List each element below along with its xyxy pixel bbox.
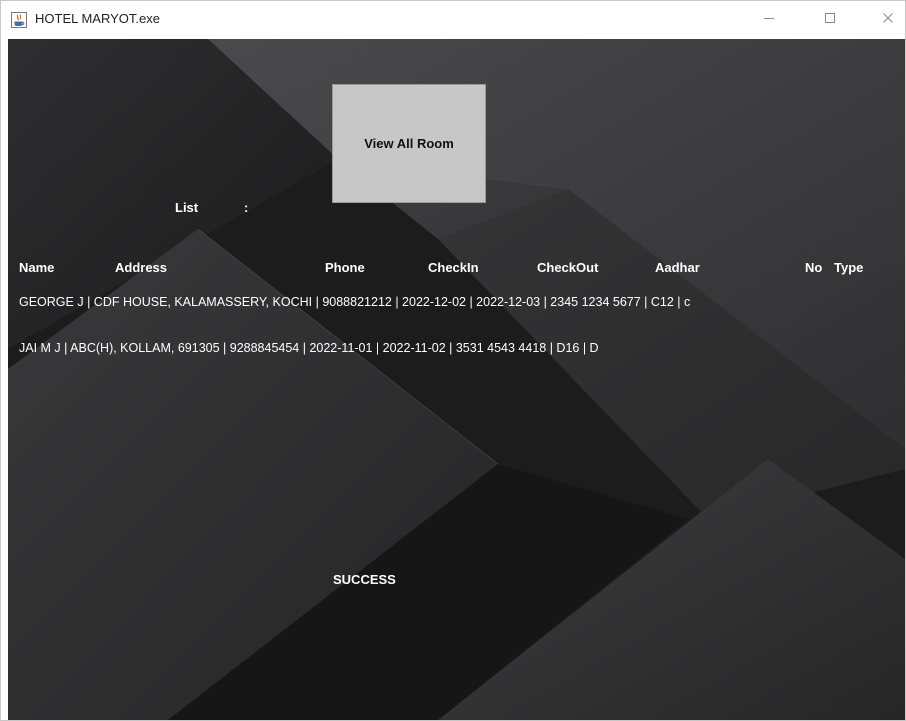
column-type: Type (834, 260, 864, 275)
column-phone: Phone (325, 260, 365, 275)
list-label: List (175, 200, 199, 215)
close-button[interactable] (865, 1, 905, 38)
column-aadhar: Aadhar (655, 260, 700, 275)
title-bar[interactable]: HOTEL MARYOT.exe (1, 1, 905, 38)
table-row: JAI M J | ABC(H), KOLLAM, 691305 | 92888… (19, 341, 599, 355)
minimize-button[interactable] (746, 1, 792, 38)
maximize-icon (824, 11, 836, 29)
close-icon (882, 11, 894, 29)
minimize-icon (763, 11, 775, 29)
app-window: HOTEL MARYOT.exe View All Room List: Na… (0, 0, 906, 721)
column-checkout: CheckOut (537, 260, 599, 275)
table-row: GEORGE J | CDF HOUSE, KALAMASSERY, KOCHI… (19, 295, 691, 309)
status-message: SUCCESS (333, 572, 396, 587)
view-all-room-button[interactable]: View All Room (332, 84, 486, 203)
main-panel: View All Room List : Name Address Phone … (8, 39, 905, 720)
list-colon: : (244, 200, 249, 215)
java-icon (11, 12, 27, 28)
column-checkin: CheckIn (428, 260, 479, 275)
column-room-no: No (805, 260, 823, 275)
column-name: Name (19, 260, 55, 275)
maximize-button[interactable] (807, 1, 853, 38)
column-address: Address (115, 260, 168, 275)
window-title: HOTEL MARYOT.exe (35, 11, 160, 26)
